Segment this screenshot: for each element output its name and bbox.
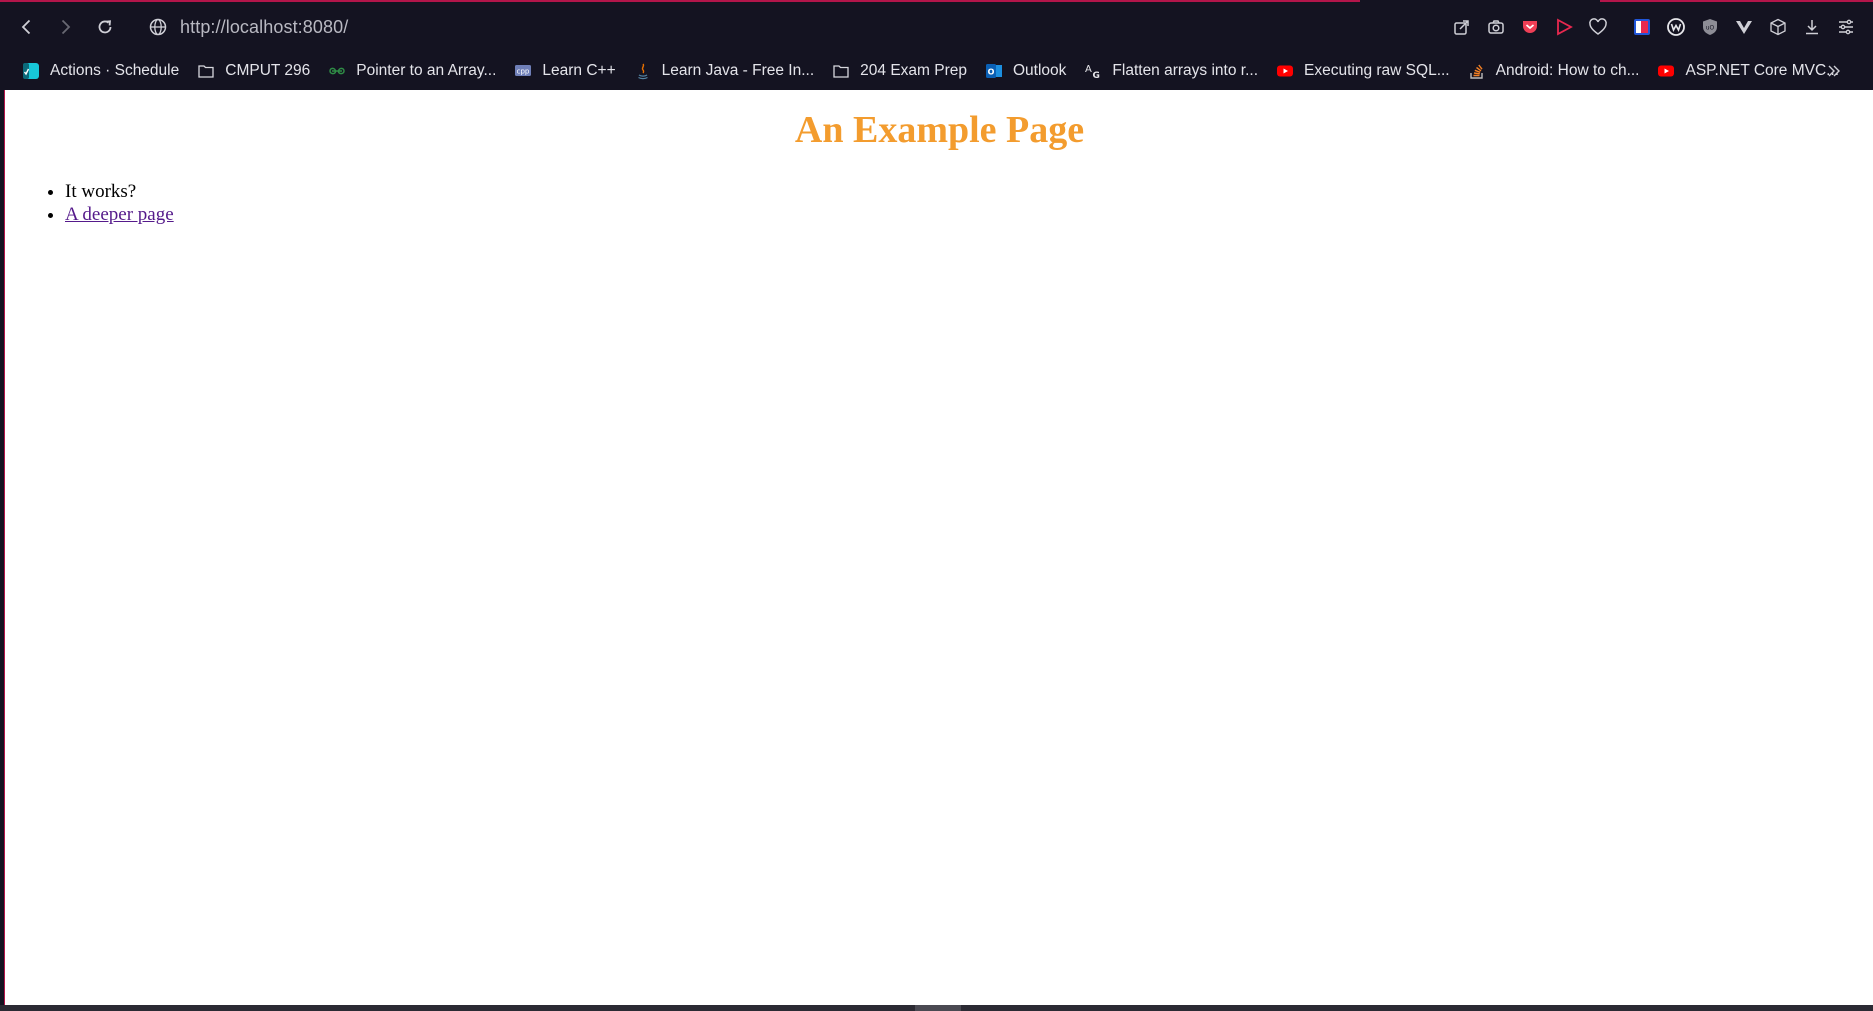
download-icon[interactable]	[1795, 10, 1829, 44]
navigation-bar: http://localhost:8080/ uO	[0, 2, 1873, 52]
bookmark-actions-schedule[interactable]: Actions · Schedule	[0, 56, 188, 86]
extension-1-icon[interactable]	[1625, 10, 1659, 44]
list-item: It works?	[65, 180, 1873, 203]
bottom-scrollbar[interactable]	[0, 1005, 1873, 1011]
bookmarks-bar: Actions · Schedule CMPUT 296 Pointer to …	[0, 52, 1873, 90]
globe-icon	[149, 18, 167, 36]
bookmark-label: ASP.NET Core MVC...	[1685, 62, 1840, 79]
svg-text:O: O	[988, 68, 995, 77]
bookmark-learn-java[interactable]: Learn Java - Free In...	[625, 56, 824, 86]
bookmark-learn-cpp[interactable]: cpp Learn C++	[505, 56, 624, 86]
youtube-icon	[1657, 62, 1675, 80]
browser-window: http://localhost:8080/ uO Actions · Sche…	[0, 0, 1873, 1011]
web-page: An Example Page It works? A deeper page	[5, 108, 1873, 226]
bookmark-label: Flatten arrays into r...	[1112, 62, 1259, 79]
url-text: http://localhost:8080/	[180, 17, 348, 38]
more-bookmarks-button[interactable]	[1821, 58, 1847, 84]
svg-text:uO: uO	[1706, 25, 1715, 32]
bookmark-label: Pointer to an Array...	[356, 62, 497, 79]
bookmark-label: Outlook	[1013, 62, 1067, 79]
reload-icon	[98, 20, 112, 34]
bookmark-pointer-to-array[interactable]: Pointer to an Array...	[319, 56, 505, 86]
bookmark-label: CMPUT 296	[225, 62, 311, 79]
bookmark-label: Actions · Schedule	[50, 62, 180, 79]
double-chevron-right-icon	[1828, 65, 1840, 77]
box-icon[interactable]	[1761, 10, 1795, 44]
bookmark-label: 204 Exam Prep	[860, 62, 967, 79]
forward-button[interactable]	[46, 8, 84, 46]
bookmark-flatten-arrays[interactable]: AG Flatten arrays into r...	[1075, 56, 1267, 86]
url-host: http://localhost	[180, 16, 298, 37]
gfg-icon	[328, 62, 346, 80]
address-bar[interactable]: http://localhost:8080/	[148, 9, 1348, 45]
page-viewport: An Example Page It works? A deeper page	[4, 90, 1873, 1005]
camera-icon[interactable]	[1479, 10, 1513, 44]
svg-text:G: G	[1093, 71, 1100, 80]
back-button[interactable]	[8, 8, 46, 46]
outlook-icon: O	[985, 62, 1003, 80]
ag-icon: AG	[1084, 62, 1102, 80]
toolbar-icons: uO	[1445, 2, 1873, 52]
list-item-text: It works?	[65, 181, 137, 202]
svg-text:cpp: cpp	[517, 68, 530, 76]
java-icon	[634, 62, 652, 80]
folder-icon	[197, 62, 215, 80]
svg-text:A: A	[1085, 64, 1092, 75]
scrollbar-thumb[interactable]	[915, 1005, 961, 1011]
chevron-right-icon	[61, 19, 71, 35]
bookmark-label: Learn Java - Free In...	[661, 62, 815, 79]
bookmark-label: Android: How to ch...	[1495, 62, 1640, 79]
cpp-icon: cpp	[514, 62, 532, 80]
pocket-icon[interactable]	[1513, 10, 1547, 44]
bookmark-outlook[interactable]: O Outlook	[976, 56, 1075, 86]
bookmark-label: Learn C++	[542, 62, 616, 79]
bookmark-204-exam-prep[interactable]: 204 Exam Prep	[823, 56, 976, 86]
chevron-left-icon	[21, 19, 31, 35]
stackoverflow-icon	[1468, 62, 1486, 80]
ublock-icon[interactable]: uO	[1693, 10, 1727, 44]
page-list: It works? A deeper page	[5, 180, 1873, 226]
extension-w-icon[interactable]	[1659, 10, 1693, 44]
bookmark-aspnet-core-mvc[interactable]: ASP.NET Core MVC...	[1648, 56, 1848, 86]
share-icon[interactable]	[1445, 10, 1479, 44]
page-heading: An Example Page	[794, 109, 1085, 151]
bookmark-cmput-296[interactable]: CMPUT 296	[188, 56, 319, 86]
menu-icon[interactable]	[1829, 10, 1863, 44]
heart-icon[interactable]	[1581, 10, 1615, 44]
reload-button[interactable]	[86, 8, 124, 46]
flow-icon[interactable]	[1547, 10, 1581, 44]
folder-icon	[832, 62, 850, 80]
bookmark-android-how-to[interactable]: Android: How to ch...	[1459, 56, 1649, 86]
youtube-icon	[1276, 62, 1294, 80]
bookmark-label: Executing raw SQL...	[1304, 62, 1450, 79]
bookmark-executing-raw-sql[interactable]: Executing raw SQL...	[1267, 56, 1459, 86]
url-port-path: :8080/	[297, 16, 349, 37]
list-item: A deeper page	[65, 203, 1873, 226]
app-icon	[22, 62, 40, 80]
vue-devtools-icon[interactable]	[1727, 10, 1761, 44]
deeper-page-link[interactable]: A deeper page	[65, 204, 174, 225]
